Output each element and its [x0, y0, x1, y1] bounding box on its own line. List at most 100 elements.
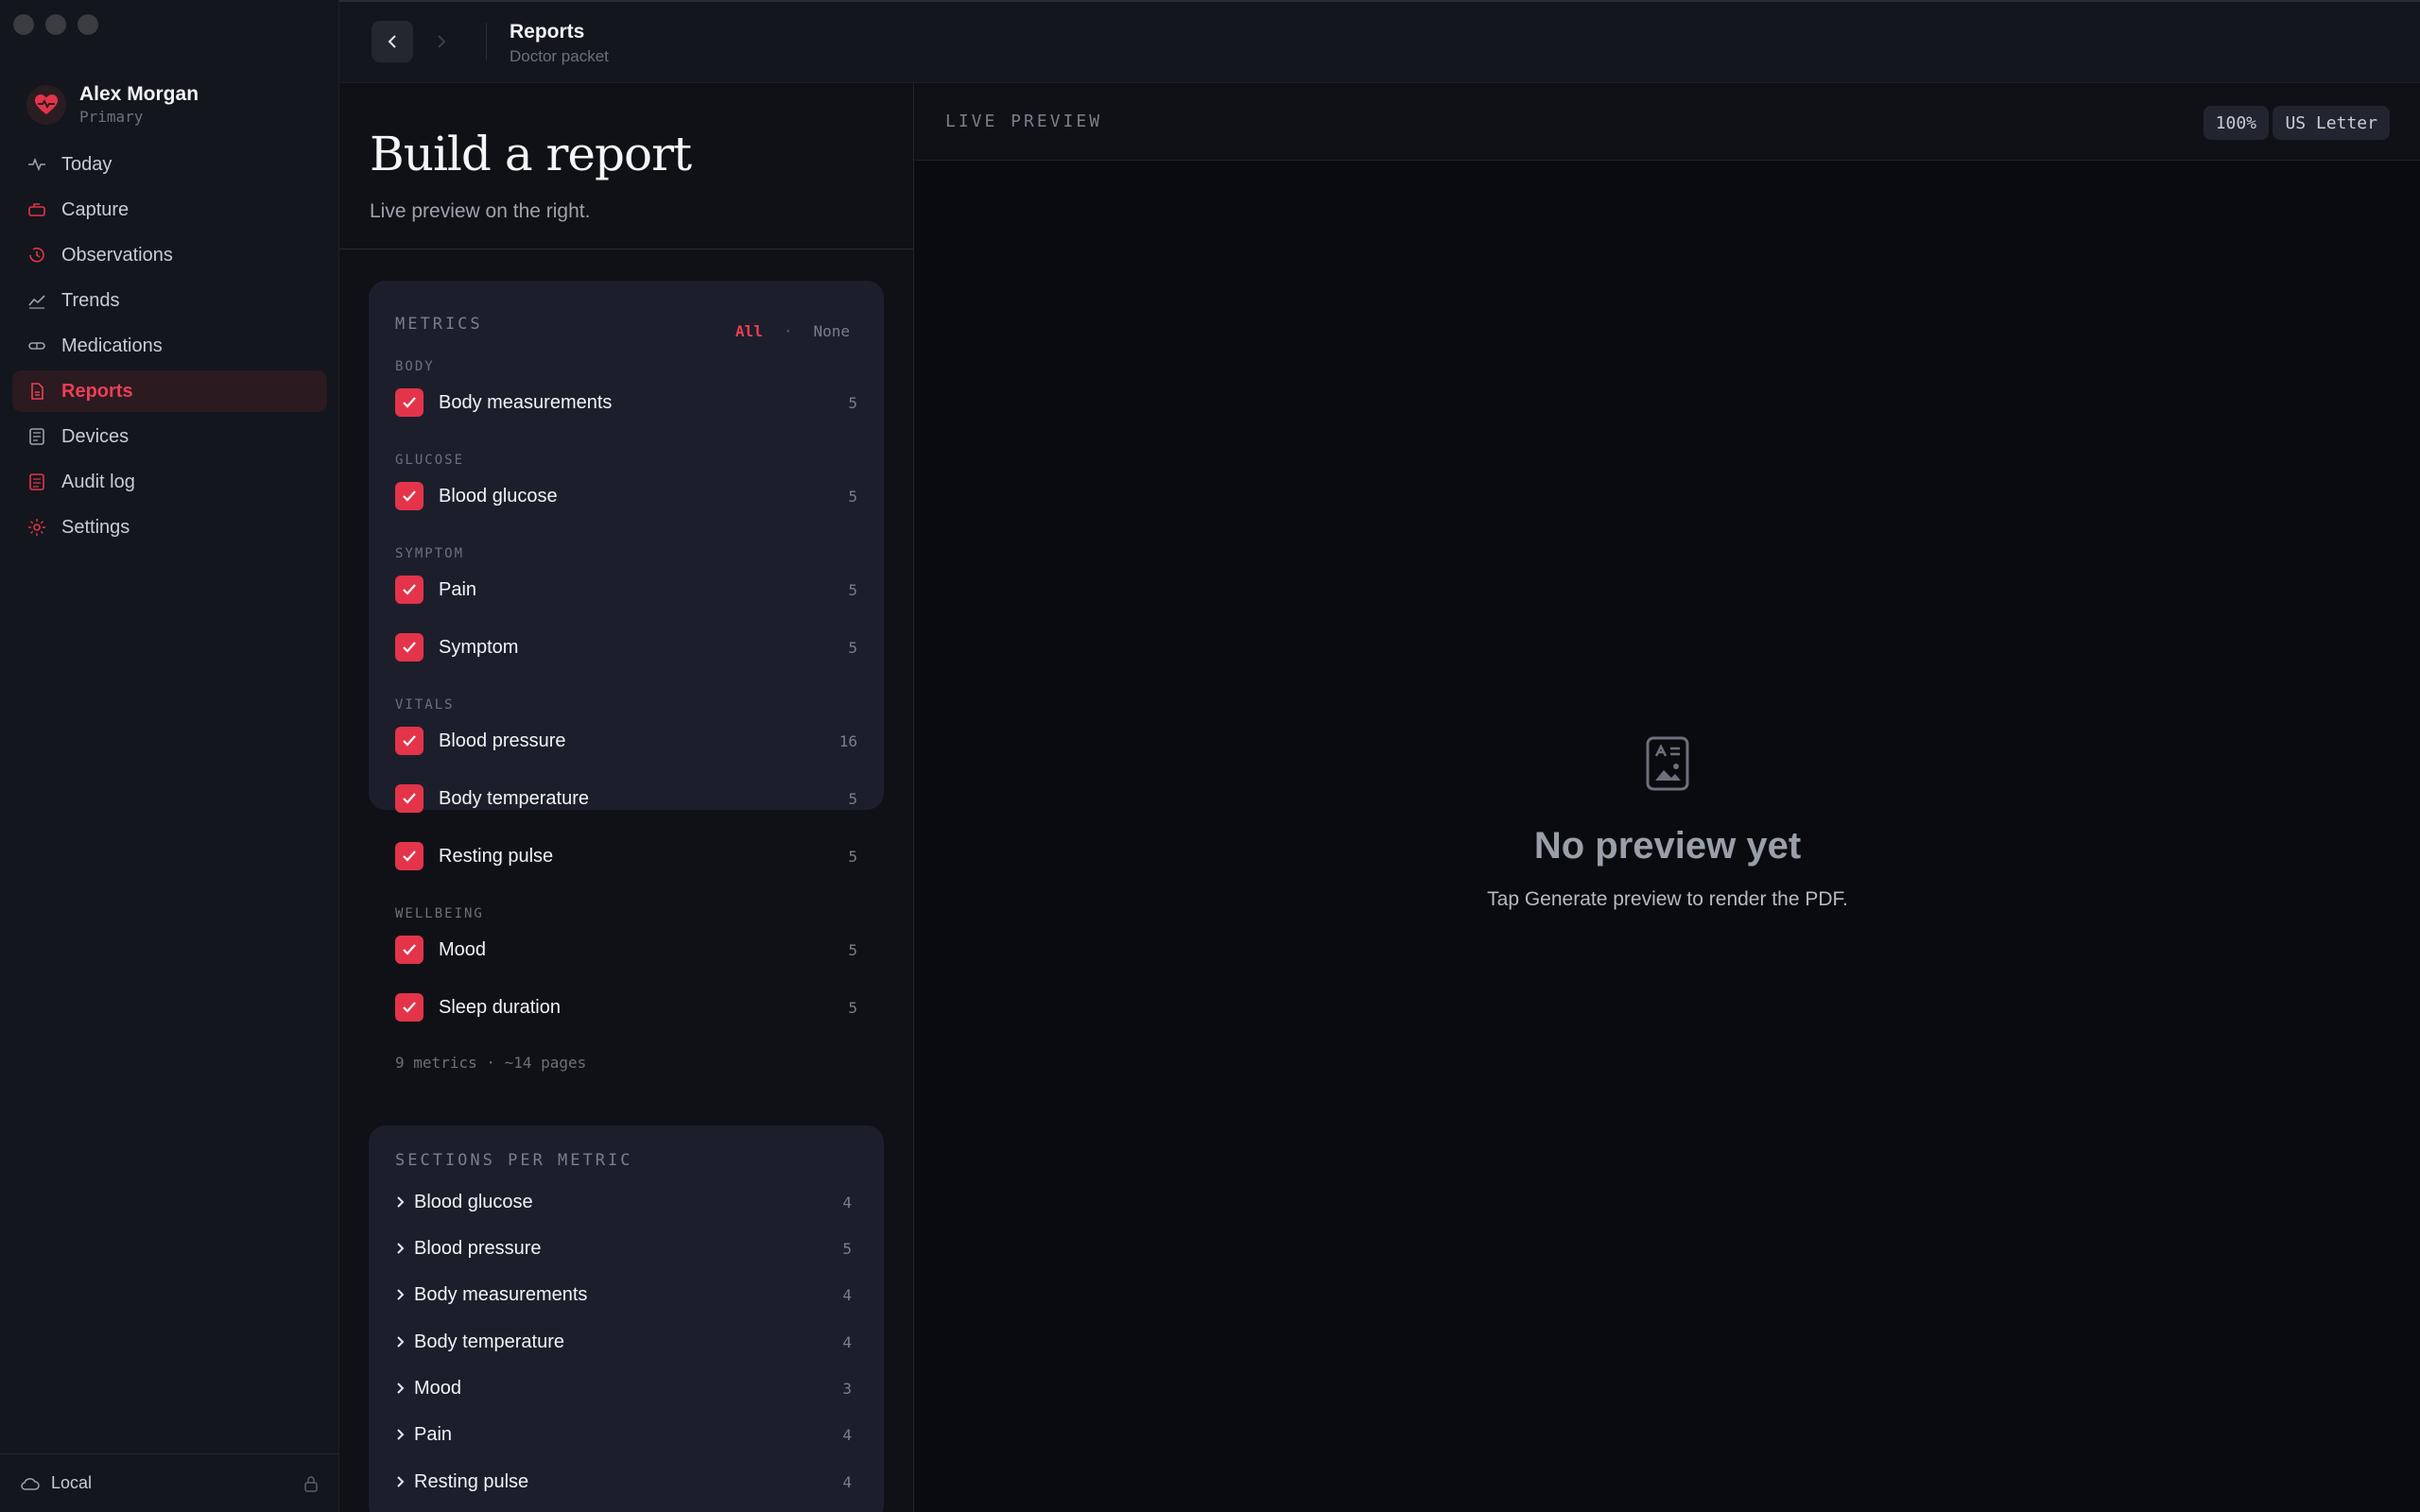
sidebar-item-today[interactable]: Today: [12, 144, 327, 185]
sidebar-item-label: Today: [61, 153, 112, 175]
metric-row[interactable]: Body temperature 5: [395, 783, 857, 814]
empty-state-subtitle: Tap Generate preview to render the PDF.: [1487, 888, 1848, 910]
group-label-wellbeing: WELLBEING: [395, 906, 484, 921]
section-name: Blood glucose: [414, 1191, 533, 1212]
back-button[interactable]: [372, 21, 413, 62]
metric-name: Sleep duration: [439, 996, 561, 1018]
profile-switcher[interactable]: Alex Morgan Primary: [26, 83, 199, 126]
profile-name: Alex Morgan: [79, 83, 199, 105]
section-name: Resting pulse: [414, 1470, 529, 1492]
metric-row[interactable]: Resting pulse 5: [395, 841, 857, 871]
section-count: 4: [842, 1332, 852, 1351]
profile-role: Primary: [79, 108, 144, 126]
metric-row[interactable]: Sleep duration 5: [395, 992, 857, 1022]
section-count: 4: [842, 1285, 852, 1304]
sidebar-item-reports[interactable]: Reports: [12, 370, 327, 412]
close-window-button[interactable]: [13, 14, 34, 35]
sidebar-item-observations[interactable]: Observations: [12, 234, 327, 276]
sections-card: SECTIONS PER METRIC Blood glucose 4 Bloo…: [369, 1125, 884, 1512]
select-toggle: All · None: [735, 322, 850, 340]
section-row[interactable]: Blood pressure 5: [395, 1234, 852, 1263]
metric-count: 5: [848, 393, 857, 412]
history-icon: [27, 246, 46, 265]
section-row[interactable]: Blood glucose 4: [395, 1188, 852, 1216]
metric-row[interactable]: Symptom 5: [395, 632, 857, 662]
metric-checkbox[interactable]: [395, 936, 424, 964]
metric-checkbox[interactable]: [395, 482, 424, 510]
lock-icon[interactable]: [303, 1475, 319, 1492]
empty-state: No preview yet Tap Generate preview to r…: [915, 735, 2420, 911]
check-icon: [403, 735, 416, 747]
metrics-label: METRICS: [395, 315, 483, 334]
sidebar-item-label: Reports: [61, 380, 133, 402]
minimize-window-button[interactable]: [45, 14, 66, 35]
section-row[interactable]: Resting pulse 4: [395, 1468, 852, 1496]
metric-checkbox[interactable]: [395, 388, 424, 417]
section-row[interactable]: Pain 4: [395, 1420, 852, 1449]
chevron-right-icon: [397, 1196, 405, 1208]
section-count: 4: [842, 1425, 852, 1444]
metric-count: 5: [848, 940, 857, 959]
sidebar-item-label: Settings: [61, 516, 130, 538]
metric-checkbox[interactable]: [395, 633, 424, 662]
metric-row[interactable]: Mood 5: [395, 935, 857, 965]
metric-count: 5: [848, 789, 857, 808]
metric-checkbox[interactable]: [395, 784, 424, 813]
metric-count: 5: [848, 580, 857, 599]
section-row[interactable]: Body temperature 4: [395, 1328, 852, 1356]
section-name: Pain: [414, 1423, 453, 1445]
document-image-icon: [1646, 736, 1689, 791]
paper-size-button[interactable]: US Letter: [2273, 106, 2390, 140]
report-icon: [27, 382, 46, 401]
section-count: 4: [842, 1193, 852, 1211]
metric-checkbox[interactable]: [395, 576, 424, 604]
storage-label: Local: [51, 1473, 93, 1492]
sidebar-item-medications[interactable]: Medications: [12, 325, 327, 367]
metric-checkbox[interactable]: [395, 842, 424, 870]
page-title: Reports: [510, 21, 585, 43]
metric-checkbox[interactable]: [395, 727, 424, 755]
chevron-right-icon: [397, 1476, 405, 1487]
chevron-right-icon: [397, 1429, 405, 1440]
sidebar-item-trends[interactable]: Trends: [12, 280, 327, 321]
check-icon: [403, 944, 416, 955]
sidebar-item-label: Medications: [61, 335, 163, 356]
metric-row[interactable]: Blood pressure 16: [395, 726, 857, 756]
metric-row[interactable]: Pain 5: [395, 575, 857, 605]
sidebar-item-capture[interactable]: Capture: [12, 189, 327, 231]
metric-name: Blood glucose: [439, 485, 558, 507]
page-subtitle: Doctor packet: [510, 47, 609, 65]
cloud-icon: [21, 1477, 40, 1490]
zoom-level-button[interactable]: 100%: [2203, 106, 2269, 140]
metric-count: 5: [848, 998, 857, 1017]
section-row[interactable]: Body measurements 4: [395, 1280, 852, 1309]
metric-count: 5: [848, 847, 857, 866]
group-label-symptom: SYMPTOM: [395, 546, 465, 561]
sidebar-item-label: Capture: [61, 198, 130, 220]
section-row[interactable]: Mood 3: [395, 1374, 852, 1402]
chevron-right-icon: [397, 1289, 405, 1300]
metric-row[interactable]: Body measurements 5: [395, 387, 857, 418]
heart-pulse-icon: [35, 94, 58, 114]
chevron-right-icon: [397, 1243, 405, 1254]
avatar: [26, 84, 66, 125]
sidebar-item-settings[interactable]: Settings: [12, 507, 327, 548]
group-label-body: BODY: [395, 359, 435, 374]
select-all-button[interactable]: All: [735, 322, 763, 340]
zoom-window-button[interactable]: [78, 14, 98, 35]
sidebar-item-audit-log[interactable]: Audit log: [12, 461, 327, 503]
select-none-button[interactable]: None: [813, 322, 850, 340]
capture-icon: [27, 200, 46, 219]
check-icon: [403, 850, 416, 862]
check-icon: [403, 1002, 416, 1013]
sidebar-item-devices[interactable]: Devices: [12, 416, 327, 457]
storage-status[interactable]: Local: [0, 1453, 339, 1512]
metric-checkbox[interactable]: [395, 993, 424, 1022]
metric-count: 5: [848, 638, 857, 657]
metric-name: Resting pulse: [439, 845, 554, 867]
metric-count: 5: [848, 487, 857, 506]
metric-row[interactable]: Blood glucose 5: [395, 481, 857, 511]
separator: ·: [783, 322, 793, 340]
builder-title: Build a report: [370, 127, 692, 181]
forward-button[interactable]: [421, 21, 462, 62]
